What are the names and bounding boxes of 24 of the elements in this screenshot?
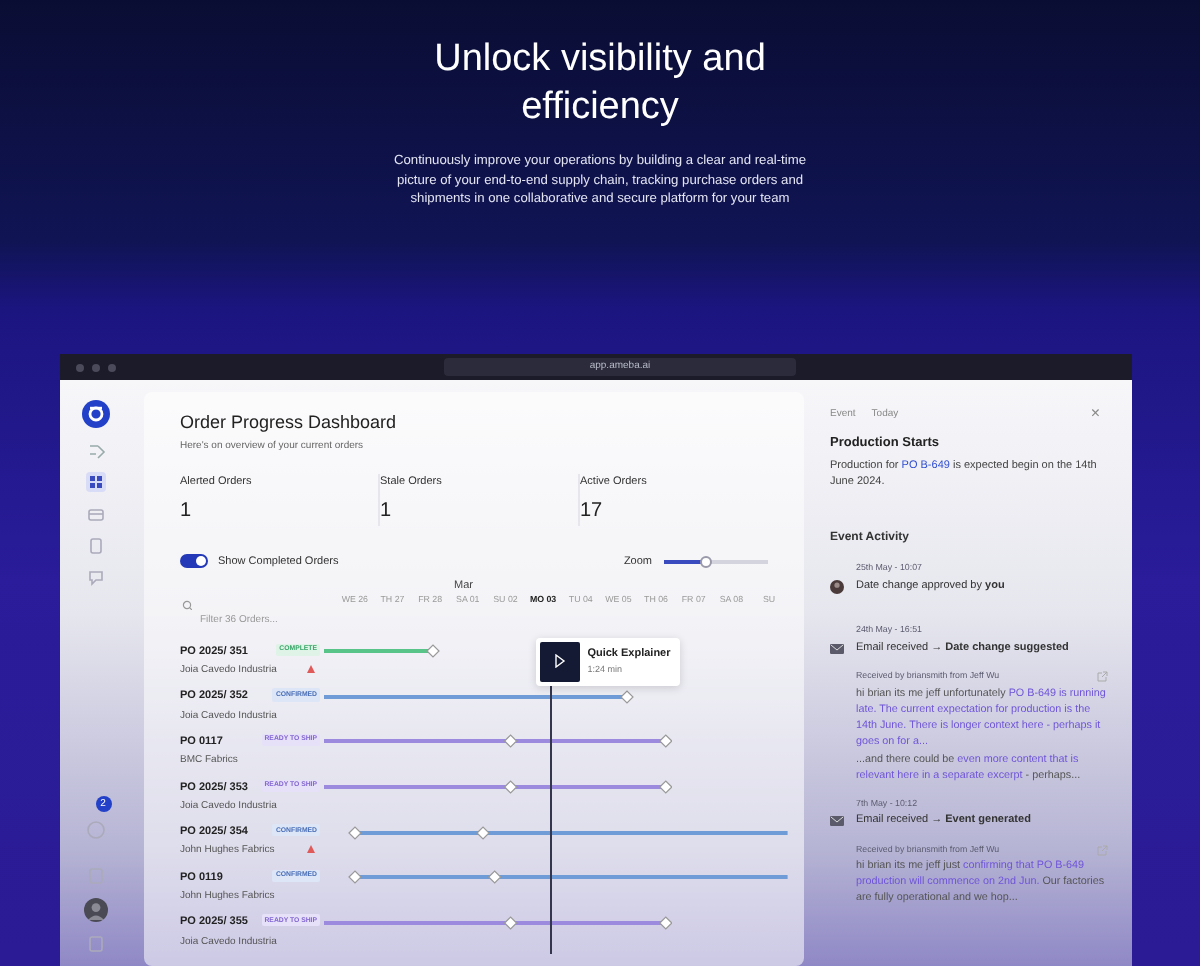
stat-value: 1 xyxy=(380,497,394,526)
external-link-icon[interactable] xyxy=(1096,843,1108,856)
document-icon[interactable] xyxy=(85,866,105,886)
search-icon xyxy=(182,599,192,610)
avatar-icon xyxy=(830,579,844,594)
dashboard-title: Order Progress Dashboard xyxy=(180,412,399,434)
logo-icon xyxy=(81,400,109,428)
mail-icon xyxy=(830,641,844,656)
stat-value: 17 xyxy=(580,497,605,526)
stat-value: 1 xyxy=(180,497,194,526)
toggle-switch[interactable] xyxy=(180,554,208,569)
mail-icon xyxy=(830,813,844,828)
close-button[interactable]: × xyxy=(1090,406,1100,422)
document-icon[interactable] xyxy=(85,934,105,954)
play-icon[interactable] xyxy=(553,654,566,669)
window-dot[interactable] xyxy=(76,363,84,371)
external-link-icon[interactable] xyxy=(1096,670,1108,683)
window-dot[interactable] xyxy=(92,363,100,371)
zoom-slider[interactable] xyxy=(664,559,768,564)
hero-title: Unlock visibility and efficiency xyxy=(432,36,768,132)
slider-thumb[interactable] xyxy=(699,555,712,568)
window-dot[interactable] xyxy=(108,363,116,371)
avatar-icon[interactable] xyxy=(83,898,107,922)
sidebar-item[interactable] xyxy=(85,472,105,492)
